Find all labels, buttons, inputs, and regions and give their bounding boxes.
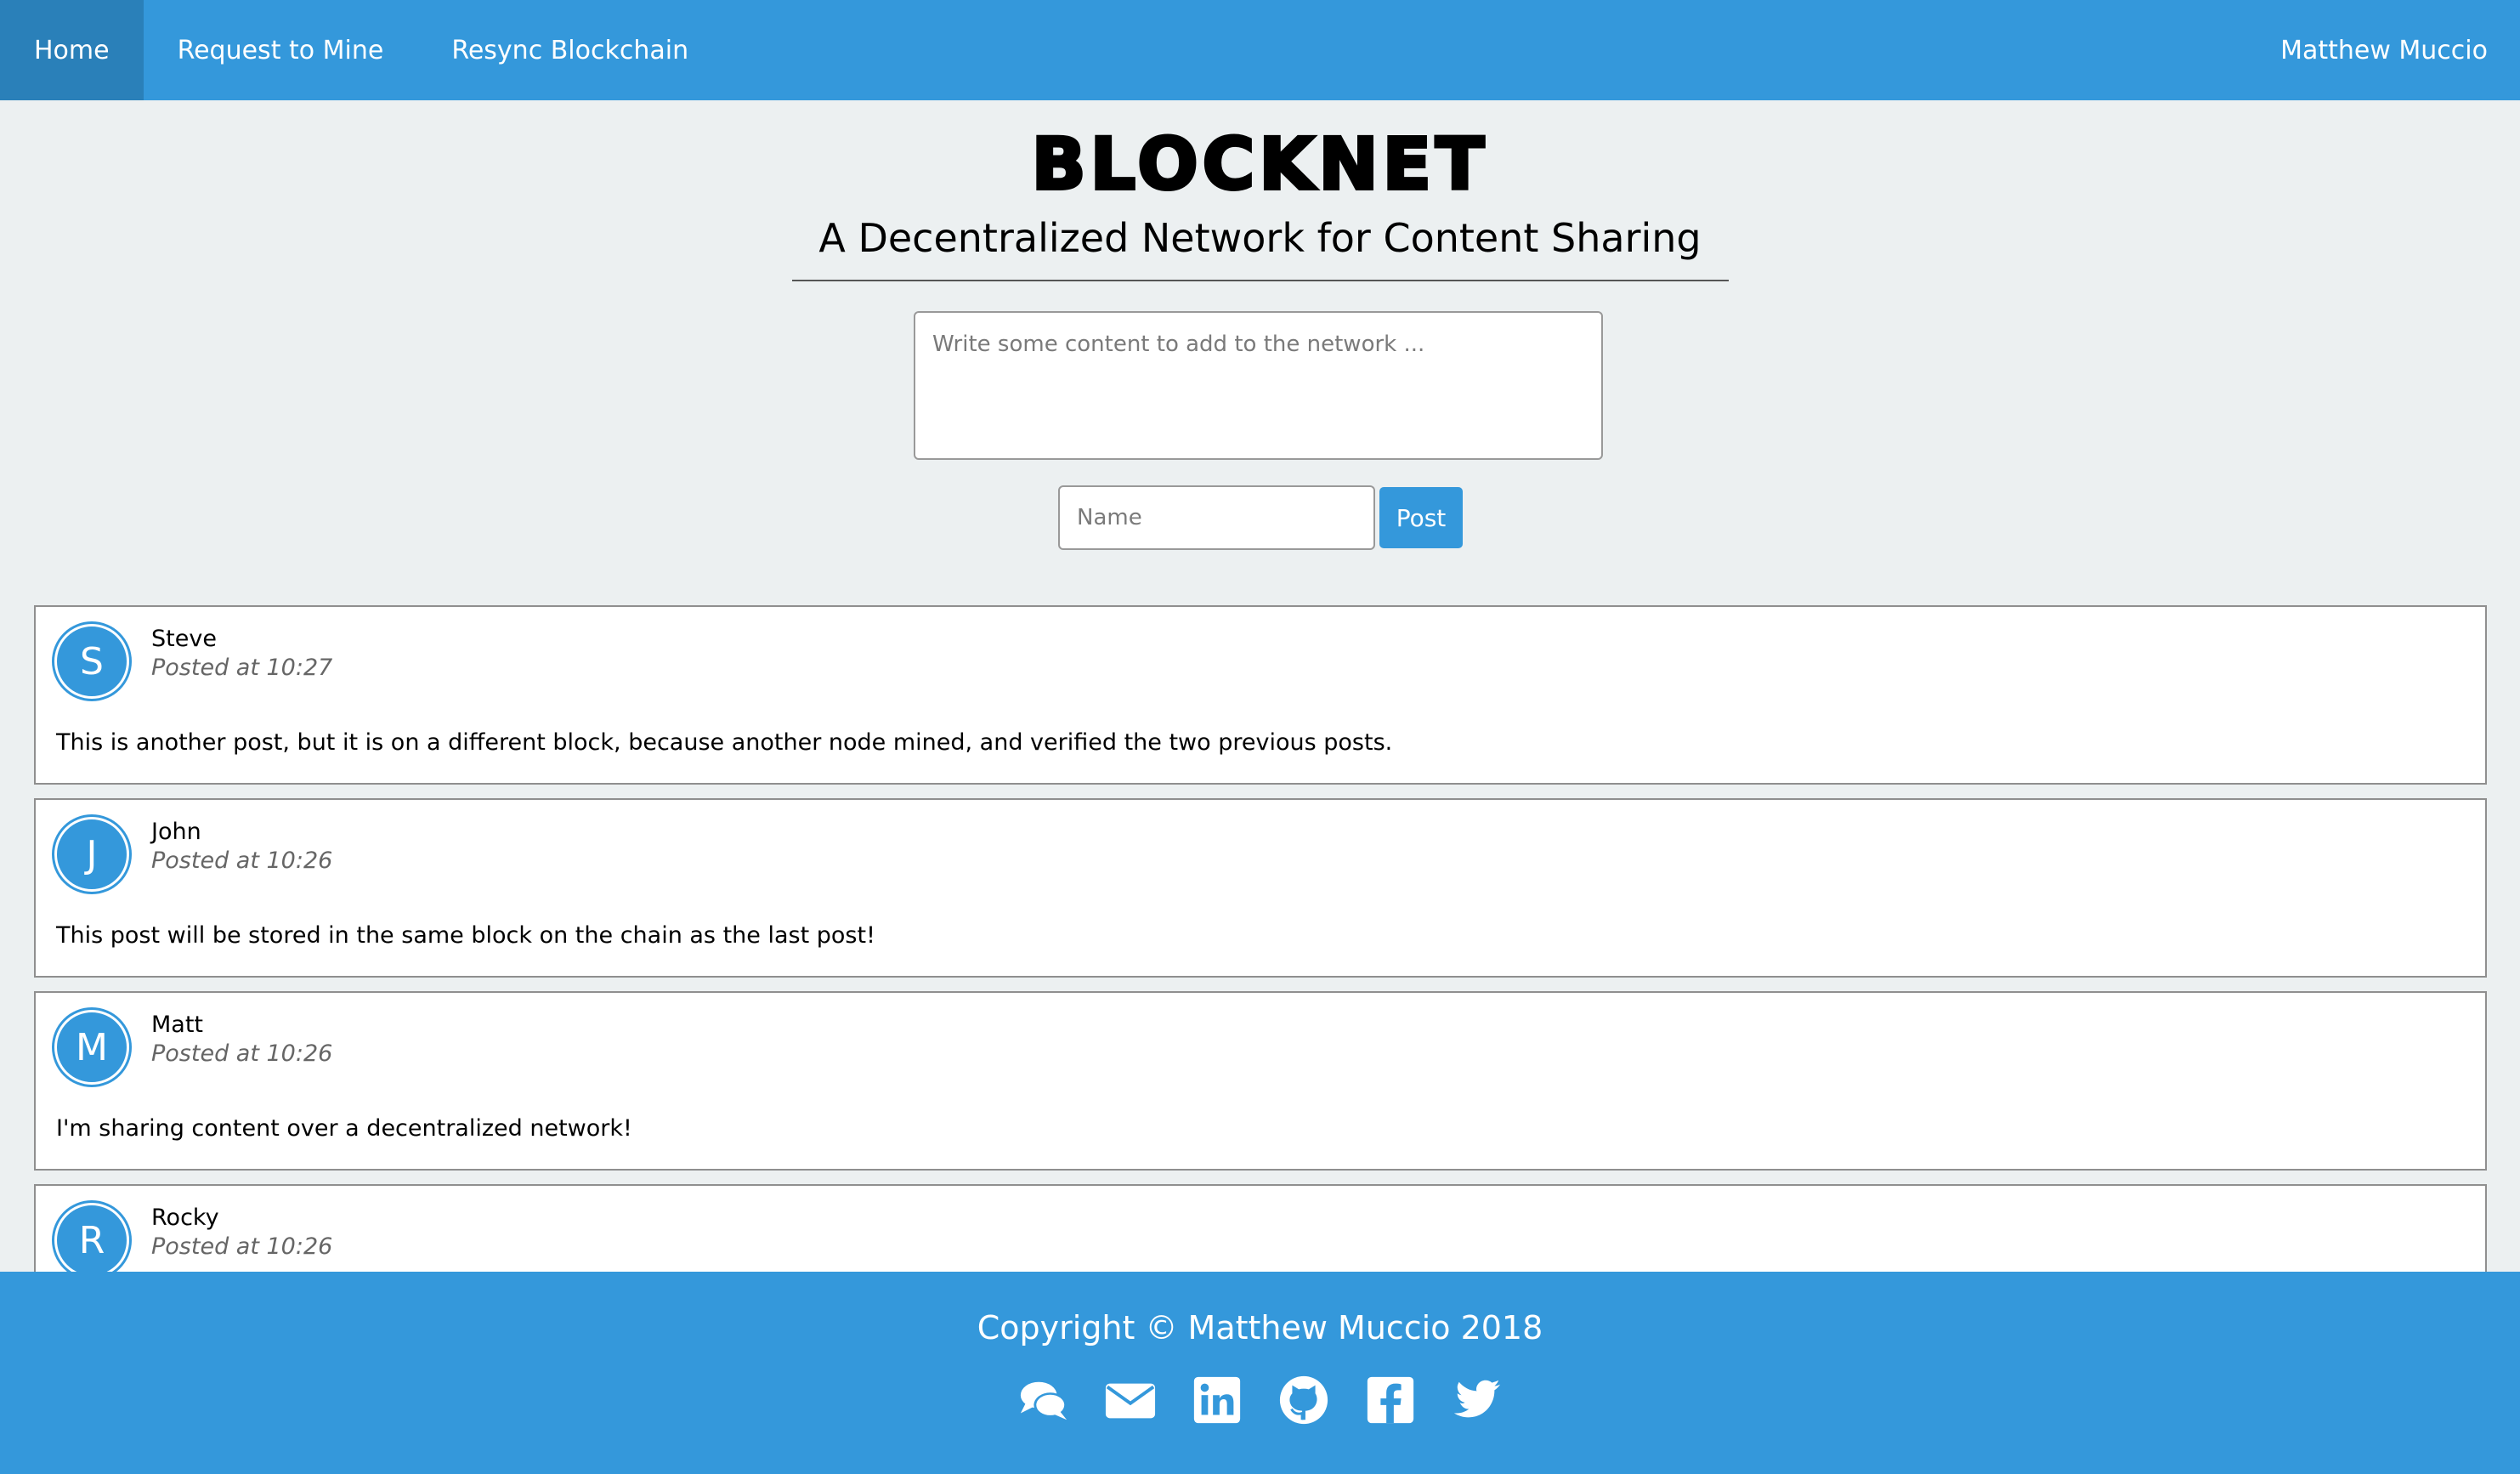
- avatar: S: [54, 624, 129, 699]
- twitter-icon[interactable]: [1449, 1372, 1505, 1428]
- avatar: R: [54, 1203, 129, 1278]
- post-timestamp: Posted at 10:26: [151, 848, 333, 874]
- post-card: J John Posted at 10:26 This post will be…: [34, 798, 2487, 978]
- post-body: This post will be stored in the same blo…: [56, 922, 875, 949]
- nav-resync-blockchain[interactable]: Resync Blockchain: [417, 0, 722, 100]
- post-author: John: [151, 819, 201, 845]
- page-subtitle: A Decentralized Network for Content Shar…: [818, 215, 1702, 261]
- post-author: Matt: [151, 1012, 204, 1038]
- nav-user-name[interactable]: Matthew Muccio: [2246, 0, 2520, 100]
- facebook-icon[interactable]: [1362, 1372, 1419, 1428]
- nav-request-to-mine[interactable]: Request to Mine: [144, 0, 418, 100]
- envelope-icon[interactable]: [1102, 1372, 1158, 1428]
- content-textarea[interactable]: [914, 311, 1603, 460]
- post-card: S Steve Posted at 10:27 This is another …: [34, 605, 2487, 785]
- navbar: Home Request to Mine Resync Blockchain M…: [0, 0, 2520, 100]
- post-timestamp: Posted at 10:26: [151, 1040, 333, 1067]
- copyright-text: Copyright © Matthew Muccio 2018: [977, 1309, 1543, 1346]
- linkedin-icon[interactable]: [1189, 1372, 1245, 1428]
- brand-title: BLOCKNET: [1030, 122, 1489, 206]
- name-input[interactable]: [1058, 485, 1375, 550]
- post-button[interactable]: Post: [1379, 487, 1463, 548]
- page: Home Request to Mine Resync Blockchain M…: [0, 0, 2520, 1474]
- avatar: M: [54, 1010, 129, 1085]
- nav-home[interactable]: Home: [0, 0, 144, 100]
- header-divider: [792, 280, 1729, 281]
- post-timestamp: Posted at 10:27: [151, 655, 333, 681]
- social-links: [0, 1372, 2520, 1431]
- post-body: I'm sharing content over a decentralized…: [56, 1115, 632, 1142]
- footer: Copyright © Matthew Muccio 2018: [0, 1272, 2520, 1474]
- post-card: M Matt Posted at 10:26 I'm sharing conte…: [34, 991, 2487, 1171]
- avatar: J: [54, 817, 129, 892]
- chat-icon[interactable]: [1016, 1372, 1072, 1428]
- github-icon[interactable]: [1276, 1372, 1332, 1428]
- post-author: Rocky: [151, 1205, 219, 1231]
- post-body: This is another post, but it is on a dif…: [56, 729, 1393, 756]
- post-author: Steve: [151, 626, 217, 652]
- post-timestamp: Posted at 10:26: [151, 1233, 333, 1260]
